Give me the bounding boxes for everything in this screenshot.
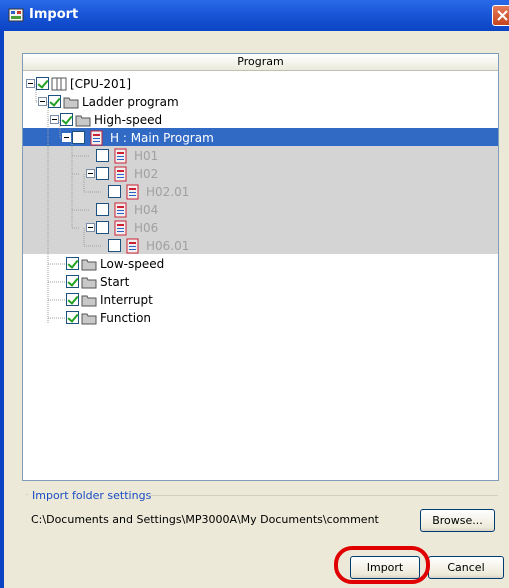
checkbox[interactable] xyxy=(66,257,79,270)
checkbox[interactable] xyxy=(108,239,121,252)
folder-icon xyxy=(75,115,91,127)
checkbox[interactable] xyxy=(108,185,121,198)
program-icon xyxy=(114,148,127,164)
program-icon xyxy=(90,130,103,146)
checkbox[interactable] xyxy=(48,95,61,108)
tree-row-h06-01[interactable]: H06.01 xyxy=(23,237,498,255)
tree-label: H02 xyxy=(134,167,159,181)
tree-row-h06[interactable]: H06 xyxy=(23,219,498,237)
collapse-toggle[interactable] xyxy=(86,169,95,178)
tree-row-h04[interactable]: H04 xyxy=(23,201,498,219)
checkbox[interactable] xyxy=(60,113,73,126)
tree-row-h02-01[interactable]: H02.01 xyxy=(23,183,498,201)
close-button[interactable] xyxy=(492,5,509,26)
program-icon xyxy=(114,166,127,182)
program-icon xyxy=(114,202,127,218)
cancel-button[interactable]: Cancel xyxy=(428,556,504,579)
folder-icon xyxy=(63,97,79,109)
tree-row-high-speed[interactable]: High-speed xyxy=(23,111,498,129)
tree-label: H01 xyxy=(134,149,159,163)
title-bar[interactable]: Import xyxy=(0,0,509,31)
tree-label: High-speed xyxy=(94,113,163,127)
close-icon xyxy=(497,10,508,21)
checkbox[interactable] xyxy=(72,131,85,144)
checkbox[interactable] xyxy=(96,203,109,216)
folder-icon xyxy=(81,295,97,307)
program-icon xyxy=(114,220,127,236)
import-folder-settings-label: Import folder settings xyxy=(32,489,152,502)
tree-row-h01[interactable]: H01 xyxy=(23,147,498,165)
program-icon xyxy=(126,184,139,200)
tree-label: H02.01 xyxy=(146,185,190,199)
checkbox[interactable] xyxy=(96,167,109,180)
window-title: Import xyxy=(29,7,79,22)
collapse-toggle[interactable] xyxy=(26,79,35,88)
checkbox[interactable] xyxy=(66,311,79,324)
tree-label: Low-speed xyxy=(100,257,165,271)
tree-row-cpu[interactable]: [CPU-201] xyxy=(23,75,498,93)
tree-label: Function xyxy=(100,311,152,325)
tree-row-h02[interactable]: H02 xyxy=(23,165,498,183)
checkbox[interactable] xyxy=(96,221,109,234)
import-folder-path: C:\Documents and Settings\MP3000A\My Doc… xyxy=(31,513,379,526)
checkbox[interactable] xyxy=(66,293,79,306)
checkbox[interactable] xyxy=(36,77,49,90)
tree-label: Start xyxy=(100,275,130,289)
group-border xyxy=(26,494,28,495)
tree-label: Ladder program xyxy=(82,95,179,109)
tree-row-start[interactable]: Start xyxy=(23,273,498,291)
window-frame xyxy=(0,31,4,588)
tree-label: H06.01 xyxy=(146,239,190,253)
collapse-toggle[interactable] xyxy=(62,133,71,142)
tree-label: Interrupt xyxy=(100,293,153,307)
tree-row-ladder-program[interactable]: Ladder program xyxy=(23,93,498,111)
program-icon xyxy=(126,238,139,254)
tree-label: [CPU-201] xyxy=(70,77,131,91)
tree-label: H04 xyxy=(134,203,159,217)
checkbox[interactable] xyxy=(96,149,109,162)
browse-button[interactable]: Browse... xyxy=(420,509,495,532)
cpu-icon xyxy=(51,77,67,91)
tree-label: H : Main Program xyxy=(110,131,214,145)
program-tree[interactable]: Program [CPU-201] Ladder program High-sp… xyxy=(22,53,499,481)
folder-icon xyxy=(81,259,97,271)
import-button[interactable]: Import xyxy=(350,556,420,579)
import-app-icon xyxy=(8,8,24,22)
checkbox[interactable] xyxy=(66,275,79,288)
folder-icon xyxy=(81,313,97,325)
folder-icon xyxy=(81,277,97,289)
collapse-toggle[interactable] xyxy=(38,97,47,106)
collapse-toggle[interactable] xyxy=(50,115,59,124)
tree-row-function[interactable]: Function xyxy=(23,309,498,327)
group-border xyxy=(148,495,498,496)
tree-row-low-speed[interactable]: Low-speed xyxy=(23,255,498,273)
tree-row-main-program[interactable]: H : Main Program xyxy=(23,129,498,147)
collapse-toggle[interactable] xyxy=(86,223,95,232)
tree-row-interrupt[interactable]: Interrupt xyxy=(23,291,498,309)
tree-label: H06 xyxy=(134,221,159,235)
